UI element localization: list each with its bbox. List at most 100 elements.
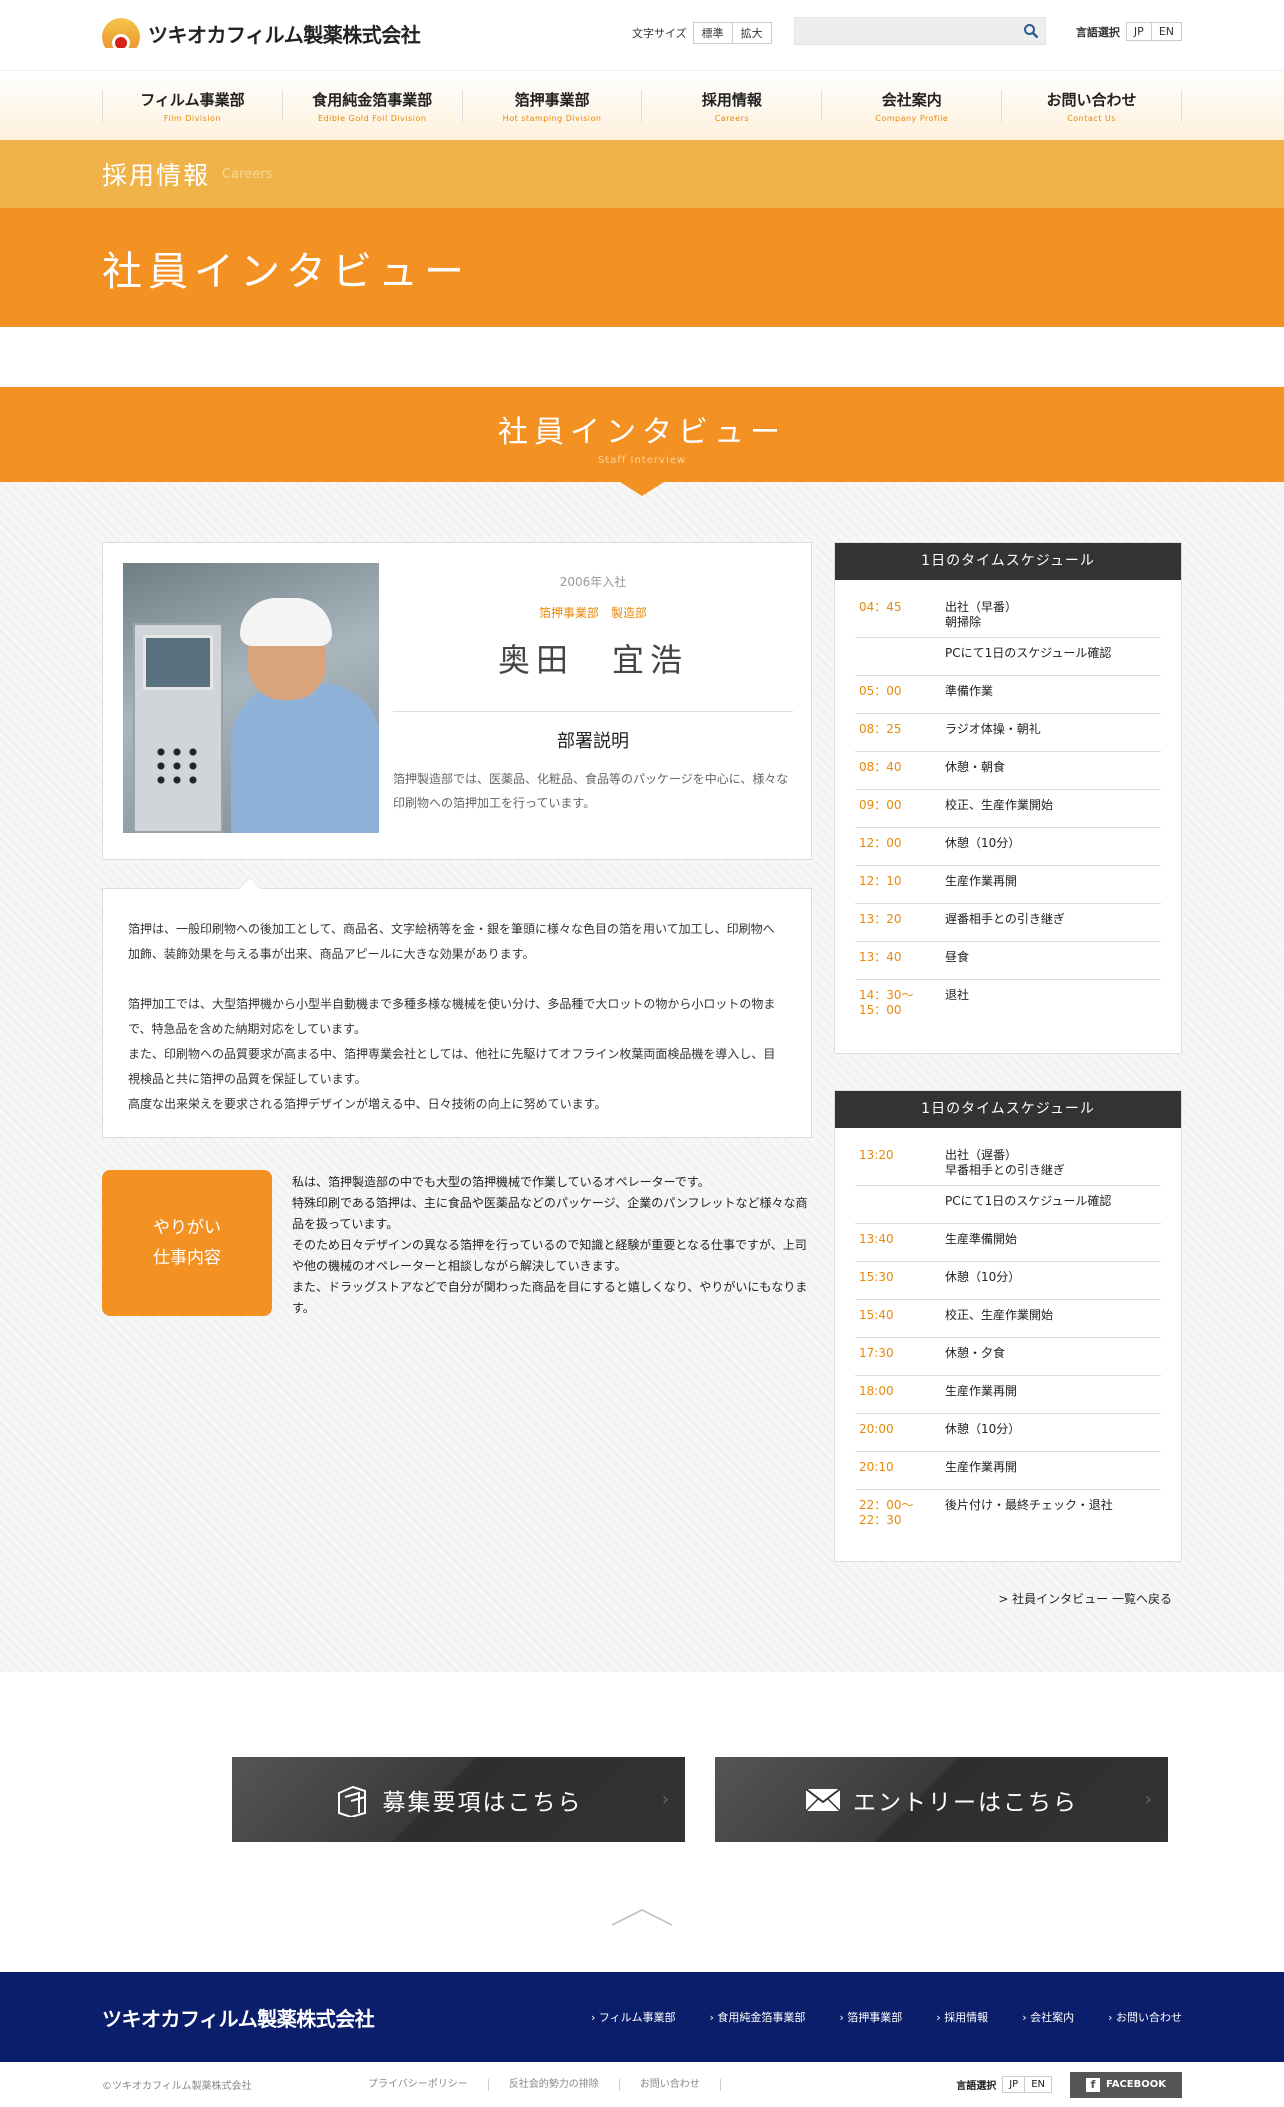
font-size-large-button[interactable]: 拡大 [732,22,772,44]
schedule-time: 15:30 [859,1270,894,1284]
search-input[interactable] [795,18,1015,44]
yarigai-paragraph: 私は、箔押製造部の中でも大型の箔押機械で作業しているオペレーターです。 [292,1175,710,1189]
font-size-switcher: 文字サイズ 標準 拡大 [632,22,772,44]
yarigai-paragraph: また、ドラッグストアなどで自分が関わった商品を目にすると嬉しくなり、やりがいにも… [292,1280,808,1315]
employee-photo [123,563,379,833]
schedule-row: 18:00 生産作業再開 [855,1376,1161,1414]
schedule-row: 04：45 出社（早番） 朝掃除 [855,592,1161,638]
nav-sublabel: Hot stamping Division [502,114,602,123]
section-subtitle: Staff Interview [597,455,687,466]
nav-item-company[interactable]: 会社案内 Company Profile [821,90,1001,123]
nav-item-gold-foil[interactable]: 食用純金箔事業部 Edible Gold Foil Division [281,90,462,123]
schedule-time: 08：25 [859,722,902,736]
lang-en-button[interactable]: EN [1151,22,1182,41]
footer-language-switcher: 言語選択 JP EN [956,2076,1053,2093]
footer-link-careers[interactable]: 採用情報 [936,2009,988,2025]
footer-contact-link[interactable]: お問い合わせ [620,2078,721,2091]
yarigai-paragraph: 特殊印刷である箔押は、主に食品や医薬品などのパッケージ、企業のパンフレットなど様… [292,1196,808,1231]
schedule-time: 09：00 [859,798,902,812]
footer-link-company[interactable]: 会社案内 [1022,2009,1074,2025]
schedule-row: 05：00 準備作業 [855,676,1161,714]
sub-footer: ©ツキオカフィルム製薬株式会社 プライバシーポリシー 反社会的勢力の排除 お問い… [0,2062,1284,2107]
entry-label: エントリーはこちら [853,1789,1078,1816]
schedule-time: 13：20 [859,912,902,926]
dept-description-heading: 部署説明 [393,711,793,753]
nav-sublabel: Contact Us [1067,114,1116,123]
schedule-early: 1日のタイムスケジュール 04：45 出社（早番） 朝掃除 PCにて1日のスケジュール… [834,542,1182,1054]
schedule-row: 12：10 生産作業再開 [855,866,1161,904]
entry-button[interactable]: エントリーはこちら › [715,1757,1168,1842]
footer-lang-en-button[interactable]: EN [1025,2076,1053,2093]
dept-description-heading-text: 部署説明 [557,731,629,752]
chevron-right-icon: › [1144,1789,1154,1810]
schedule-time: 22：00〜 22：30 [859,1498,914,1527]
page-top-icon[interactable] [610,1907,674,1927]
recruit-info-label: 募集要項はこちら [382,1789,583,1816]
join-year: 2006年入社 [559,575,627,589]
font-size-label: 文字サイズ [632,27,687,40]
chevron-right-icon: › [661,1789,671,1810]
schedule-activity: 後片付け・最終チェック・退社 [945,1498,1113,1512]
detail-paragraph: また、印刷物への品質要求が高まる中、箔押専業会社としては、他社に先駆けてオフライ… [128,1047,776,1086]
yarigai-label: やりがい [153,1218,221,1238]
anti-social-link[interactable]: 反社会的勢力の排除 [489,2078,620,2091]
page-title: 社員インタビュー [102,248,470,295]
facebook-button[interactable]: f FACEBOOK [1070,2071,1182,2098]
footer-language-label: 言語選択 [956,2081,997,2092]
footer-link-contact[interactable]: お問い合わせ [1108,2009,1182,2025]
nav-item-film[interactable]: フィルム事業部 Film Division [102,90,282,123]
footer-lang-jp-button[interactable]: JP [1002,2076,1026,2093]
nav-item-hot-stamping[interactable]: 箔押事業部 Hot stamping Division [461,90,642,123]
logo-text: ツキオカフィルム製薬株式会社 [148,22,421,47]
schedule-activity: PCにて1日のスケジュール確認 [945,646,1112,660]
category-subtitle: Careers [222,166,273,182]
search-box [794,17,1046,45]
yarigai-paragraph: そのため日々デザインの異なる箔押を行っているので知識と経験が重要となる仕事ですが… [292,1238,807,1273]
copyright: ©ツキオカフィルム製薬株式会社 [102,2081,252,2092]
footer-link-gold-foil[interactable]: 食用純金箔事業部 [709,2009,805,2025]
category-title: 採用情報 [102,161,211,190]
schedule-row: 14：30〜 15：00 退社 [855,980,1161,1025]
font-size-standard-button[interactable]: 標準 [692,22,733,44]
schedule-title: 1日のタイムスケジュール [835,543,1181,580]
schedule-time: 13：40 [859,950,902,964]
nav-label: 食用純金箔事業部 [312,91,433,109]
dept-description: 箔押製造部では、医薬品、化粧品、食品等のパッケージを中心に、様々な印刷物への箔押… [393,772,789,810]
nav-item-careers[interactable]: 採用情報 Careers [641,90,821,123]
schedule-time: 20:00 [859,1422,894,1436]
profile-card: 2006年入社 箔押事業部 製造部 奥田 宜浩 部署説明 箔押製造部では、医薬品… [102,542,812,860]
job-content-label: 仕事内容 [153,1248,221,1268]
detail-paragraph: 箔押加工では、大型箔押機から小型半自動機まで多種多様な機械を使い分け、多品種で大… [128,997,776,1036]
site-logo[interactable]: ツキオカフィルム製薬株式会社 [102,18,421,48]
footer-logo[interactable]: ツキオカフィルム製薬株式会社 [102,2003,375,2032]
schedule-row: PCにて1日のスケジュール確認 [855,638,1161,676]
schedule-activity: 休憩（10分） [945,1422,1021,1436]
schedule-row: 17:30 休憩・夕食 [855,1338,1161,1376]
recruit-info-button[interactable]: 募集要項はこちら › [232,1757,685,1842]
nav-sublabel: Edible Gold Foil Division [318,114,427,123]
schedule-row: 13:20 出社（遅番） 早番相手との引き継ぎ [855,1140,1161,1186]
footer-link-hot-stamping[interactable]: 箔押事業部 [839,2009,902,2025]
facebook-label: FACEBOOK [1106,2079,1166,2090]
global-nav: フィルム事業部 Film Division 食用純金箔事業部 Edible Gold… [0,70,1284,140]
nav-sublabel: Careers [714,114,750,123]
language-label: 言語選択 [1075,25,1120,39]
schedule-row: 09：00 校正、生産作業開始 [855,790,1161,828]
footer: ツキオカフィルム製薬株式会社 フィルム事業部 食用純金箔事業部 箔押事業部 採用… [0,1972,1284,2062]
section-title: 社員インタビュー [498,415,786,450]
logo-mark-icon [102,18,140,48]
schedule-activity: 出社（遅番） 早番相手との引き継ぎ [945,1148,1065,1177]
nav-sublabel: Film Division [163,114,221,123]
nav-item-contact[interactable]: お問い合わせ Contact Us [1001,90,1182,123]
footer-links: フィルム事業部 食用純金箔事業部 箔押事業部 採用情報 会社案内 お問い合わせ [557,2009,1182,2025]
schedule-activity: 退社 [945,988,970,1002]
footer-link-film[interactable]: フィルム事業部 [591,2009,676,2025]
lang-jp-button[interactable]: JP [1125,22,1152,41]
privacy-policy-link[interactable]: プライバシーポリシー [348,2078,489,2091]
schedule-activity: ラジオ体操・朝礼 [945,722,1041,736]
search-icon[interactable] [1023,23,1039,39]
schedule-activity: 休憩（10分） [945,836,1021,850]
schedule-activity: 生産作業再開 [945,1384,1018,1398]
back-to-list-link[interactable]: > 社員インタビュー 一覧へ戻る [998,1590,1172,1607]
cta-area: 募集要項はこちら › エントリーはこちら › [0,1672,1284,1972]
